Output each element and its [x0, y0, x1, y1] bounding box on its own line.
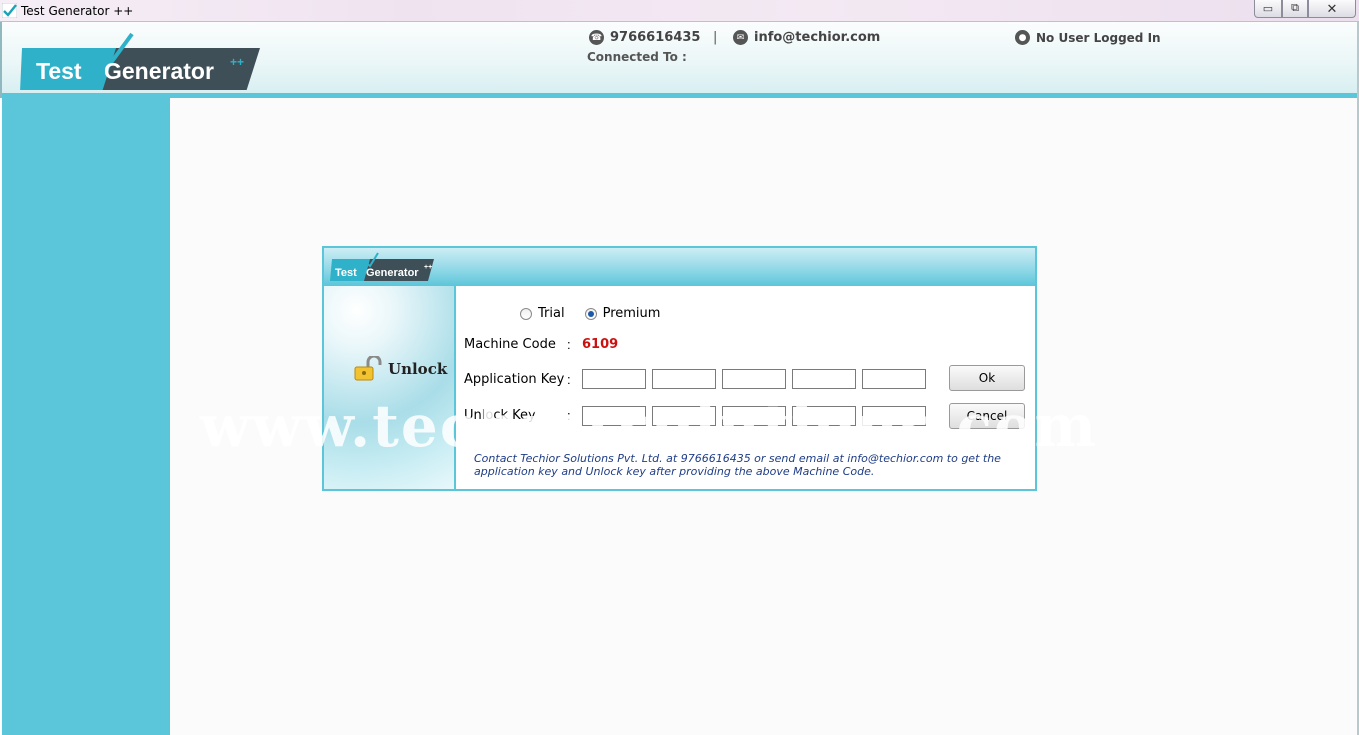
- phone-number: 9766616435: [610, 30, 701, 45]
- contact-instructions: Contact Techior Solutions Pvt. Ltd. at 9…: [474, 452, 1001, 478]
- dialog-logo-plusplus: ++: [424, 264, 432, 271]
- unlock-key-field-2[interactable]: [652, 406, 716, 426]
- restore-button[interactable]: ⧉: [1282, 0, 1308, 18]
- premium-radio-label[interactable]: Premium: [603, 306, 661, 321]
- machine-code-value: 6109: [582, 337, 619, 352]
- close-icon: ✕: [1326, 0, 1338, 16]
- application-key-field-5[interactable]: [862, 369, 926, 389]
- license-type-group: Trial Premium: [520, 306, 660, 321]
- premium-radio[interactable]: [584, 307, 597, 320]
- close-button[interactable]: ✕: [1308, 0, 1356, 18]
- minimize-button[interactable]: ▭: [1254, 0, 1282, 18]
- cancel-button[interactable]: Cancel: [949, 403, 1025, 429]
- logo-plusplus: ++: [230, 55, 244, 69]
- unlock-key-colon: :: [567, 408, 571, 423]
- minimize-icon: ▭: [1262, 3, 1274, 15]
- application-key-label: Application Key: [464, 372, 565, 387]
- email-icon: ✉: [733, 30, 748, 45]
- user-status-text: No User Logged In: [1036, 30, 1161, 45]
- ok-button[interactable]: Ok: [949, 365, 1025, 391]
- dialog-logo-word-generator: Generator: [366, 267, 419, 279]
- unlock-heading: Unlock: [354, 356, 447, 382]
- application-key-field-4[interactable]: [792, 369, 856, 389]
- phone-icon: ☎: [589, 30, 604, 45]
- window-titlebar: Test Generator ++ ▭ ⧉ ✕: [0, 0, 1359, 22]
- restore-icon: ⧉: [1291, 2, 1299, 14]
- application-key-field-1[interactable]: [582, 369, 646, 389]
- trial-radio[interactable]: [520, 307, 532, 320]
- machine-code-label: Machine Code: [464, 337, 556, 352]
- user-status: ● No User Logged In: [1015, 30, 1161, 45]
- test-generator-logo: Test Generator ++: [20, 32, 260, 90]
- unlock-key-field-1[interactable]: [582, 406, 646, 426]
- contact-separator: |: [713, 30, 718, 45]
- left-sidebar: [2, 98, 170, 735]
- trial-radio-label[interactable]: Trial: [538, 306, 565, 321]
- unlock-key-label: Unlock Key: [464, 408, 536, 423]
- unlock-dialog: Test Generator ++ Unlock Trial Premium M…: [322, 246, 1037, 491]
- dialog-logo-word-test: Test: [335, 267, 357, 279]
- unlock-key-field-3[interactable]: [722, 406, 786, 426]
- connected-to-label: Connected To :: [587, 50, 687, 64]
- application-key-field-2[interactable]: [652, 369, 716, 389]
- padlock-open-icon: [354, 356, 382, 381]
- application-key-field-3[interactable]: [722, 369, 786, 389]
- checkmark-app-icon: [2, 3, 17, 18]
- machine-code-colon: :: [567, 337, 571, 352]
- unlock-key-field-4[interactable]: [792, 406, 856, 426]
- dialog-side-panel: Unlock: [324, 286, 456, 489]
- app-header: Test Generator ++ ☎ 9766616435 | ✉ info@…: [0, 22, 1359, 98]
- phone-contact: ☎ 9766616435: [589, 30, 700, 45]
- unlock-key-field-5[interactable]: [862, 406, 926, 426]
- email-contact: ✉ info@techior.com: [733, 30, 880, 45]
- logo-word-test: Test: [36, 58, 82, 84]
- unlock-label: Unlock: [388, 360, 448, 378]
- dialog-header: Test Generator ++: [324, 248, 1035, 286]
- user-icon: ●: [1015, 30, 1030, 45]
- dialog-logo: Test Generator ++: [330, 252, 434, 281]
- window-title: Test Generator ++: [21, 4, 134, 18]
- email-address: info@techior.com: [754, 30, 881, 45]
- application-key-colon: :: [567, 372, 571, 387]
- logo-word-generator: Generator: [104, 58, 214, 84]
